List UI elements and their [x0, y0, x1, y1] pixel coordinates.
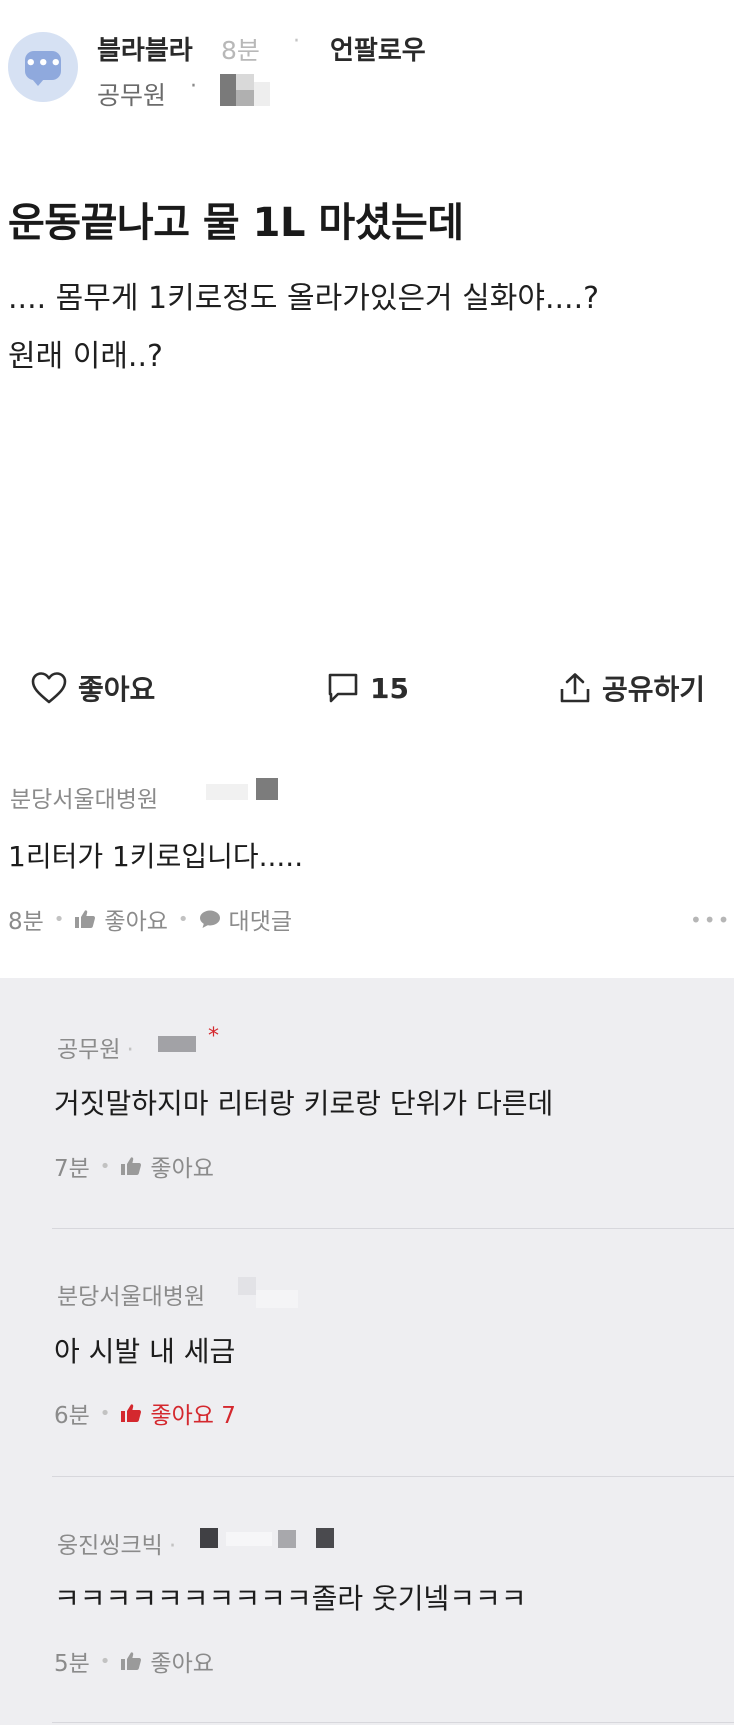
- separator-dot: •: [99, 1155, 111, 1177]
- blurred-nickname: [254, 82, 270, 106]
- comment-meta: 8분 • 좋아요 • 대댓글: [8, 902, 292, 936]
- reply-meta: 7분 • 좋아요: [54, 1149, 214, 1183]
- reply-author[interactable]: 웅진씽크빅 ·: [57, 1526, 176, 1560]
- thumbs-up-icon: [121, 1404, 142, 1422]
- reply-meta: 5분 • 좋아요: [54, 1644, 214, 1678]
- share-button[interactable]: 공유하기: [558, 668, 705, 708]
- separator-dot: ·: [190, 74, 197, 99]
- comment-text: 1리터가 1키로입니다.....: [8, 840, 304, 873]
- thumbs-up-icon: [121, 1652, 142, 1670]
- comment-icon: [328, 673, 358, 703]
- thumbs-up-icon: [75, 910, 96, 928]
- author-company: 공무원: [97, 81, 167, 110]
- reply-author-name: 웅진씽크빅: [57, 1533, 163, 1559]
- speech-bubble-icon: [199, 910, 220, 928]
- reply-time: 6분: [54, 1403, 90, 1429]
- share-icon: [560, 673, 590, 703]
- blurred-nickname: [236, 90, 254, 106]
- blurred-nickname: [158, 1036, 196, 1052]
- blurred-nickname: [278, 1530, 296, 1548]
- reply-like-button[interactable]: 좋아요: [120, 1644, 214, 1678]
- divider: [52, 1228, 734, 1229]
- blurred-nickname: [200, 1528, 218, 1548]
- reply-text: 아 시발 내 세금: [54, 1335, 236, 1368]
- reply-meta: 6분 • 좋아요 7: [54, 1396, 236, 1430]
- separator-dot: •: [177, 908, 189, 930]
- like-label: 좋아요: [150, 1651, 214, 1677]
- reply-author-name: 공무원: [57, 1037, 121, 1063]
- reply-like-button[interactable]: 좋아요 7: [120, 1396, 236, 1430]
- separator-dot: •: [99, 1650, 111, 1672]
- reply-author[interactable]: 공무원 ·: [57, 1030, 134, 1064]
- reply-like-button[interactable]: 좋아요: [120, 1149, 214, 1183]
- comment-count: 15: [370, 671, 409, 705]
- separator-dot: ·: [168, 1533, 177, 1559]
- share-label: 공유하기: [602, 673, 706, 706]
- comment-button[interactable]: 15: [326, 668, 409, 708]
- divider: [52, 1476, 734, 1477]
- comment-like-button[interactable]: 좋아요: [74, 902, 168, 936]
- like-label: 좋아요 7: [150, 1403, 236, 1429]
- like-button[interactable]: 좋아요: [30, 668, 155, 708]
- asterisk-mark: *: [208, 1024, 219, 1049]
- comment-author[interactable]: 분당서울대병원: [10, 780, 158, 814]
- more-icon[interactable]: •••: [690, 908, 731, 932]
- blurred-nickname: [236, 74, 254, 90]
- divider: [52, 1722, 734, 1723]
- blurred-nickname: [220, 74, 236, 106]
- reply-label: 대댓글: [228, 909, 293, 935]
- unfollow-button[interactable]: 언팔로우: [330, 30, 426, 67]
- board-avatar[interactable]: •••: [8, 32, 78, 102]
- post-time: 8분: [221, 36, 260, 65]
- comment-time: 8분: [8, 909, 44, 935]
- blurred-nickname: [256, 1290, 298, 1308]
- blurred-nickname: [256, 778, 278, 800]
- blurred-nickname: [316, 1528, 334, 1548]
- chat-bubble-icon: •••: [25, 51, 62, 86]
- reply-text: 거짓말하지마 리터랑 키로랑 단위가 다른데: [54, 1087, 554, 1120]
- blurred-nickname: [238, 1277, 256, 1295]
- separator-dot: ·: [126, 1037, 134, 1063]
- separator-dot: •: [99, 1402, 111, 1424]
- reply-author[interactable]: 분당서울대병원: [57, 1277, 205, 1311]
- like-label: 좋아요: [150, 1156, 214, 1182]
- reply-time: 7분: [54, 1156, 90, 1182]
- heart-icon: [31, 672, 67, 704]
- reply-button[interactable]: 대댓글: [199, 902, 292, 936]
- like-label: 좋아요: [78, 673, 156, 706]
- board-name[interactable]: 블라블라: [97, 30, 193, 67]
- like-label: 좋아요: [104, 909, 168, 935]
- reply-time: 5분: [54, 1651, 90, 1677]
- reply-text: ㅋㅋㅋㅋㅋㅋㅋㅋㅋㅋ졸라 웃기넼ㅋㅋㅋ: [54, 1582, 527, 1615]
- post-body-line: 원래 이래..?: [8, 339, 163, 374]
- blurred-nickname: [226, 1532, 272, 1546]
- thumbs-up-icon: [121, 1157, 142, 1175]
- blurred-nickname: [206, 784, 248, 800]
- separator-dot: ·: [293, 29, 300, 54]
- post-body: .... 몸무게 1키로정도 올라가있은거 실화야....? 원래 이래..?: [8, 270, 728, 386]
- separator-dot: •: [53, 908, 65, 930]
- post-body-line: .... 몸무게 1키로정도 올라가있은거 실화야....?: [8, 281, 600, 316]
- post-title: 운동끝나고 물 1L 마셨는데: [8, 200, 464, 246]
